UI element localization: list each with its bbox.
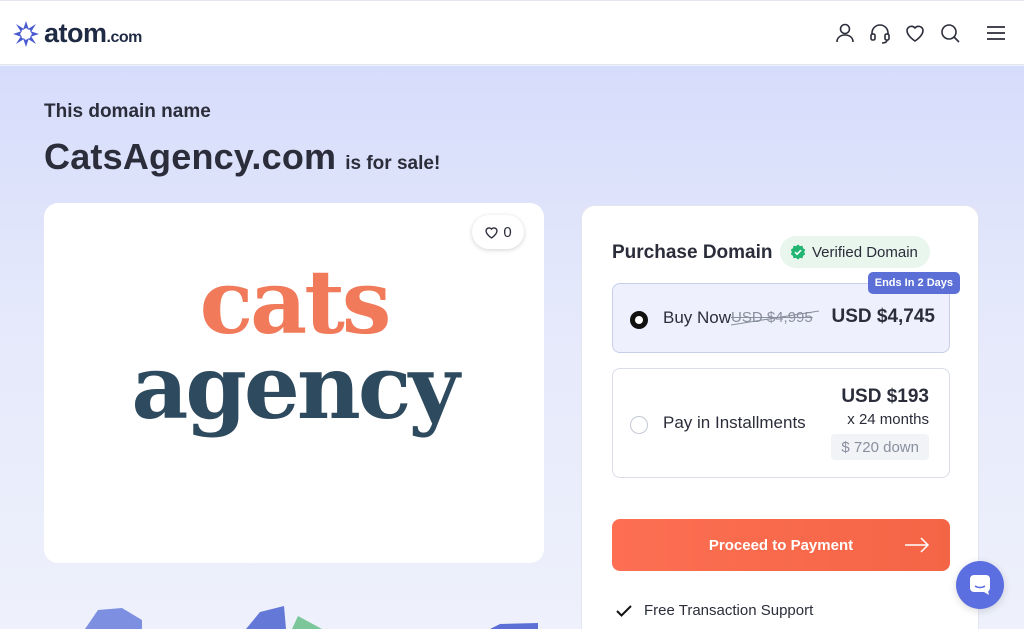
hero-title-row: CatsAgency.com is for sale!: [44, 136, 440, 178]
hero-kicker: This domain name: [44, 101, 211, 122]
installment-term: x 24 months: [847, 411, 929, 428]
heart-icon: [485, 226, 498, 239]
for-sale-label: is for sale!: [345, 153, 441, 174]
installments-option[interactable]: Pay in Installments USD $193 x 24 months…: [612, 368, 950, 478]
arrow-right-icon: [905, 537, 930, 553]
atom-logo-icon: [13, 20, 39, 47]
purchase-card: Purchase Domain Verified Domain Ends In …: [581, 205, 979, 629]
verified-label: Verified Domain: [812, 243, 918, 261]
menu-icon[interactable]: [985, 22, 1007, 44]
buy-now-radio[interactable]: [630, 311, 648, 329]
heart-icon[interactable]: [904, 22, 926, 44]
down-payment: $ 720 down: [831, 434, 929, 460]
decorative-illustrations: [85, 606, 538, 629]
support-feature: Free Transaction Support: [616, 602, 813, 619]
installments-label: Pay in Installments: [663, 413, 806, 432]
buy-now-label: Buy Now: [663, 308, 732, 327]
buy-now-option[interactable]: Ends In 2 Days Buy Now USD $4,995 USD $4…: [612, 272, 960, 353]
top-header: atom.com: [0, 0, 1024, 65]
installments-radio[interactable]: [630, 416, 648, 434]
like-count: 0: [503, 223, 512, 241]
atom-logo[interactable]: atom.com: [12, 18, 142, 49]
chat-icon: [970, 575, 990, 595]
ends-in-badge: Ends In 2 Days: [867, 272, 960, 294]
search-icon[interactable]: [939, 22, 961, 44]
strikethrough-line: [731, 310, 819, 326]
verified-check-icon: [790, 244, 806, 260]
purchase-title: Purchase Domain: [612, 242, 773, 263]
chat-button[interactable]: [956, 561, 1004, 609]
domain-title: CatsAgency.com: [44, 136, 337, 177]
brand-word-agency: agency: [131, 335, 459, 439]
verified-badge: Verified Domain: [780, 236, 930, 268]
proceed-label: Proceed to Payment: [708, 536, 854, 554]
logo-text: atom.com: [44, 18, 142, 48]
headset-icon[interactable]: [869, 22, 891, 44]
like-button[interactable]: 0: [472, 215, 524, 249]
checkmark-icon: [616, 604, 632, 617]
user-icon[interactable]: [834, 22, 856, 44]
brand-logo: cats agency: [44, 258, 544, 432]
support-label: Free Transaction Support: [644, 602, 814, 619]
proceed-to-payment-button[interactable]: Proceed to Payment: [612, 519, 950, 571]
domain-logo-card: 0 cats agency: [44, 203, 544, 563]
installment-price: USD $193: [841, 386, 929, 407]
buy-now-price: USD $4,745: [831, 306, 935, 327]
brand-word-cats: cats: [199, 250, 392, 354]
